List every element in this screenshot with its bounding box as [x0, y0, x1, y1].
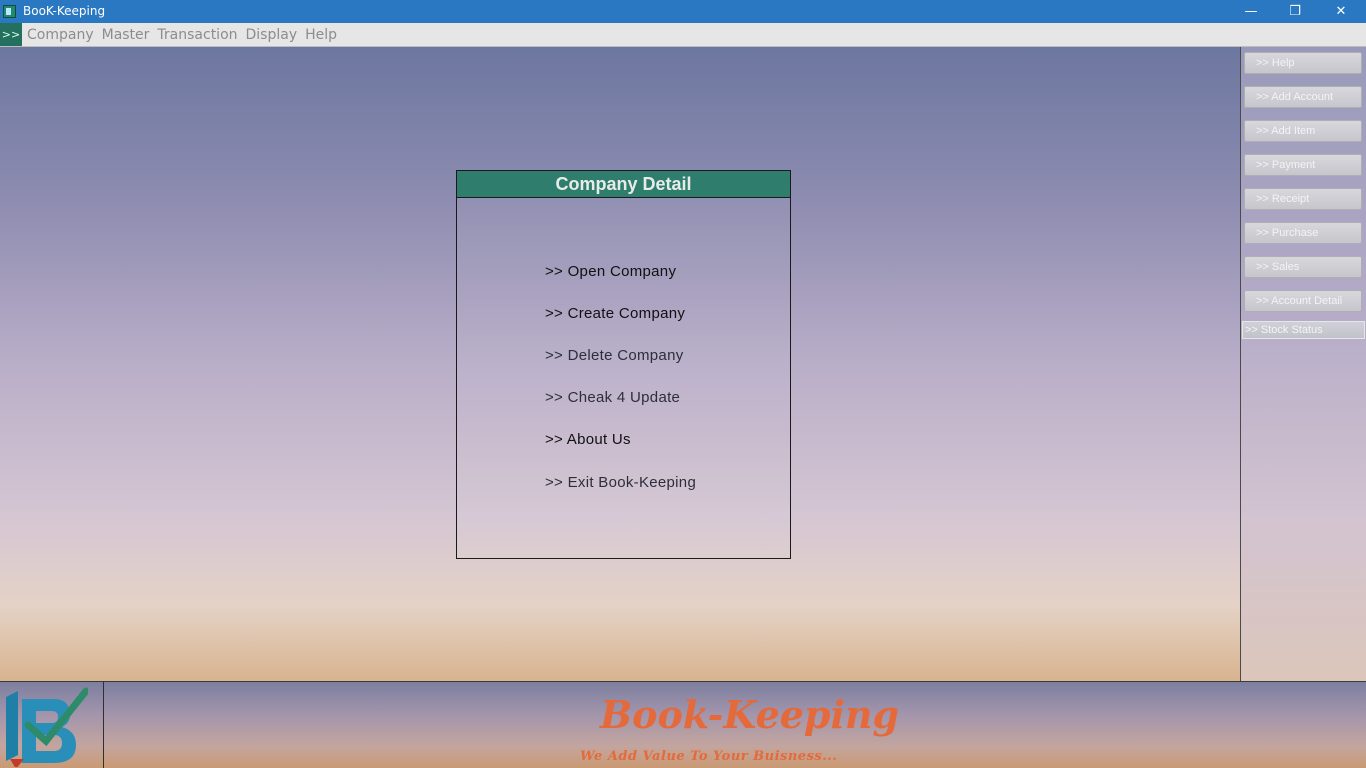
- menu-display[interactable]: Display: [246, 27, 298, 43]
- exit-link[interactable]: >> Exit Book-Keeping: [545, 474, 696, 491]
- open-company-link[interactable]: >> Open Company: [545, 263, 676, 280]
- sales-button[interactable]: >> Sales: [1244, 256, 1362, 278]
- account-detail-button[interactable]: >> Account Detail: [1244, 290, 1362, 312]
- brand-title: Book-Keeping: [600, 692, 900, 737]
- create-company-link[interactable]: >> Create Company: [545, 305, 685, 322]
- restore-button[interactable]: ❐: [1272, 0, 1318, 23]
- payment-button[interactable]: >> Payment: [1244, 154, 1362, 176]
- footer: Book-Keeping We Add Value To Your Buisne…: [0, 681, 1366, 768]
- delete-company-link[interactable]: >> Delete Company: [545, 347, 684, 364]
- book-keeping-logo-icon: [6, 687, 88, 767]
- minimize-button[interactable]: —: [1228, 0, 1274, 23]
- menu-help[interactable]: Help: [305, 27, 337, 43]
- add-item-button[interactable]: >> Add Item: [1244, 120, 1362, 142]
- menu-items: Company Master Transaction Display Help: [27, 27, 337, 43]
- window-title: BooK-Keeping: [23, 4, 106, 18]
- receipt-button[interactable]: >> Receipt: [1244, 188, 1362, 210]
- check-update-link[interactable]: >> Cheak 4 Update: [545, 389, 680, 406]
- menu-company[interactable]: Company: [27, 27, 94, 43]
- purchase-button[interactable]: >> Purchase: [1244, 222, 1362, 244]
- about-us-link[interactable]: >> About Us: [545, 431, 631, 448]
- brand-tagline: We Add Value To Your Buisness...: [580, 749, 838, 764]
- app-icon: [3, 5, 16, 18]
- menu-bar: >> Company Master Transaction Display He…: [0, 23, 1366, 47]
- menu-transaction[interactable]: Transaction: [157, 27, 237, 43]
- close-button[interactable]: ✕: [1318, 0, 1364, 23]
- panel-title: Company Detail: [457, 171, 790, 198]
- stock-status-button[interactable]: >> Stock Status: [1242, 321, 1365, 339]
- menu-master[interactable]: Master: [102, 27, 150, 43]
- title-bar: BooK-Keeping — ❐ ✕: [0, 0, 1366, 23]
- company-detail-panel: Company Detail >> Open Company >> Create…: [456, 170, 791, 559]
- help-button[interactable]: >> Help: [1244, 52, 1362, 74]
- menu-marker: >>: [0, 23, 22, 46]
- add-account-button[interactable]: >> Add Account: [1244, 86, 1362, 108]
- right-sidebar: >> Help >> Add Account >> Add Item >> Pa…: [1241, 47, 1366, 681]
- footer-divider: [103, 682, 104, 768]
